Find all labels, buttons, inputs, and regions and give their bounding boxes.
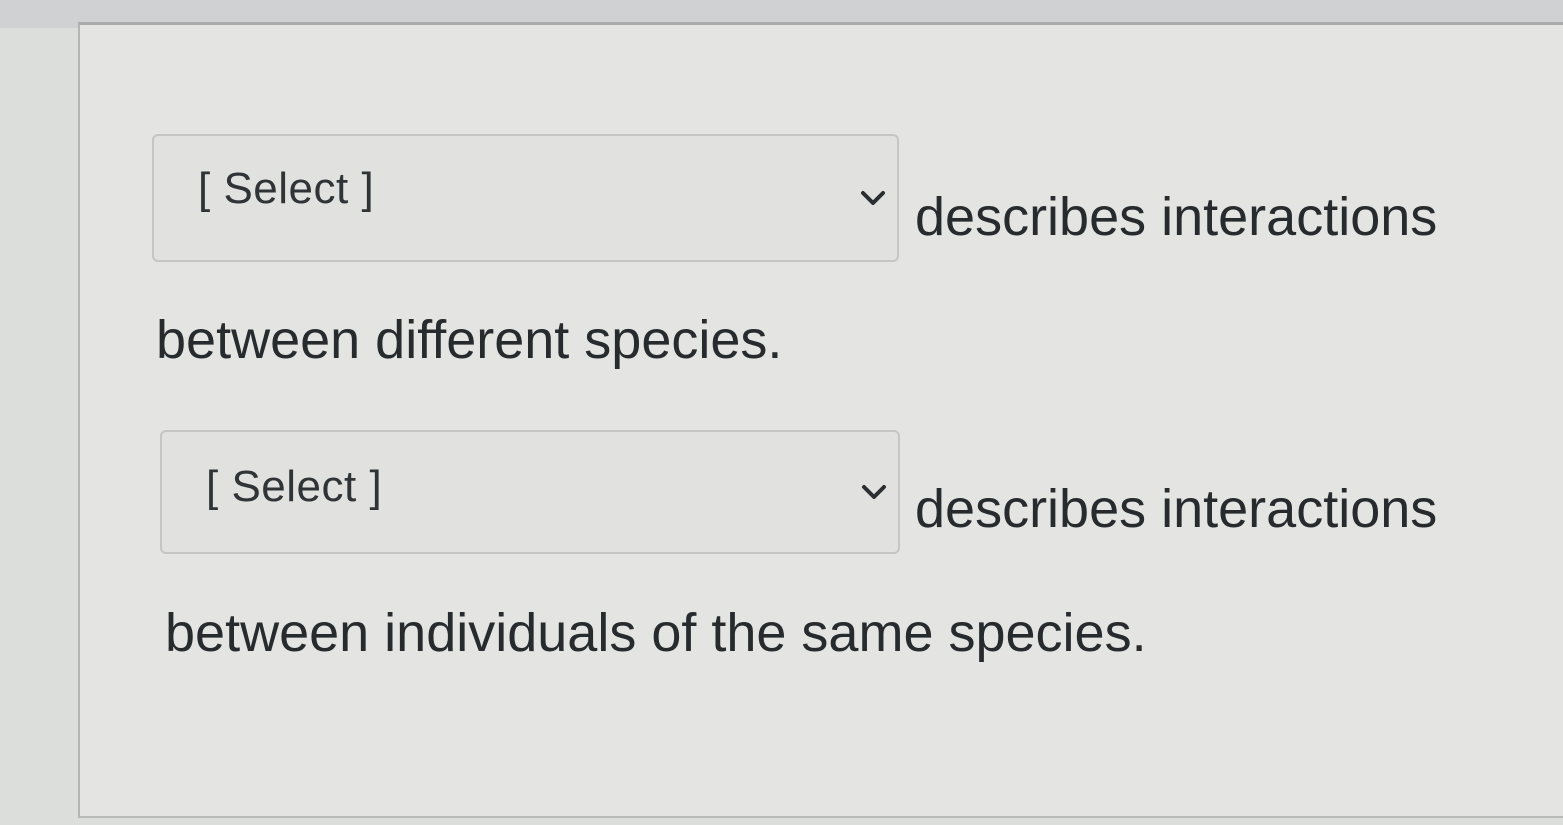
dropdown-2-selected-value: [ Select ] (206, 462, 383, 511)
dropdown-select-2[interactable]: [ Select ] (160, 430, 900, 554)
statement-2-text: describes interactions (915, 479, 1438, 539)
statement-1-continuation: between different species. (156, 310, 783, 370)
dropdown-1-selected-value: [ Select ] (198, 164, 375, 213)
dropdown-select-1[interactable]: [ Select ] (152, 134, 899, 262)
chevron-down-icon (861, 191, 885, 205)
chevron-down-icon (862, 485, 886, 499)
statement-1-text: describes interactions (915, 187, 1438, 247)
statement-2-continuation: between individuals of the same species. (165, 603, 1147, 663)
